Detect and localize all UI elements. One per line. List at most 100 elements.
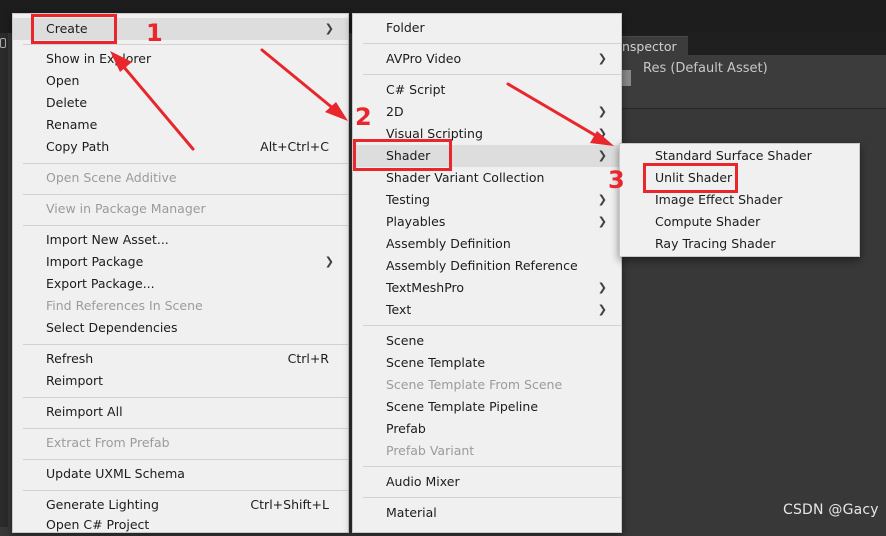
menu-item-scene[interactable]: Scene: [353, 330, 621, 352]
menu-separator: [23, 163, 348, 164]
lock-icon[interactable]: [0, 38, 6, 48]
chevron-right-icon: ❯: [597, 105, 607, 118]
menu-separator: [23, 428, 348, 429]
menu-item-compute-shader[interactable]: Compute Shader: [620, 211, 859, 233]
menu-item-playables[interactable]: Playables ❯: [353, 211, 621, 233]
highlight-box-create: [31, 14, 117, 44]
chevron-right-icon: ❯: [324, 255, 334, 268]
menu-item-label: Generate Lighting: [46, 497, 159, 512]
menu-item-assembly-definition-reference[interactable]: Assembly Definition Reference: [353, 255, 621, 277]
step-number-2: 2: [355, 103, 372, 131]
menu-item-label: Folder: [386, 20, 425, 35]
menu-item-import-new-asset[interactable]: Import New Asset...: [13, 229, 348, 251]
menu-item-label: TextMeshPro: [386, 280, 465, 295]
chevron-right-icon: ❯: [597, 303, 607, 316]
menu-item-label: Playables: [386, 214, 446, 229]
menu-item-scene-template[interactable]: Scene Template: [353, 352, 621, 374]
menu-item-reimport-all[interactable]: Reimport All: [13, 401, 348, 423]
menu-item-refresh[interactable]: Refresh Ctrl+R: [13, 348, 348, 370]
highlight-box-shader: [353, 139, 452, 171]
menu-item-show-in-explorer[interactable]: Show in Explorer: [13, 48, 348, 70]
menu-item-label: Ray Tracing Shader: [655, 236, 776, 251]
menu-item-extract-from-prefab: Extract From Prefab: [13, 432, 348, 454]
menu-item-export-package[interactable]: Export Package...: [13, 273, 348, 295]
menu-item-shortcut: Ctrl+R: [287, 351, 329, 366]
menu-item-update-uxml-schema[interactable]: Update UXML Schema: [13, 463, 348, 485]
tab-inspector[interactable]: nspector: [620, 36, 688, 55]
menu-item-label: Scene: [386, 333, 425, 348]
menu-item-label: Export Package...: [46, 276, 155, 291]
asset-icon: [621, 70, 631, 86]
menu-item-label: Rename: [46, 117, 98, 132]
menu-separator: [363, 466, 621, 467]
menu-item-material[interactable]: Material: [353, 502, 621, 524]
menu-item-label: Import Package: [46, 254, 144, 269]
menu-item-ray-tracing-shader[interactable]: Ray Tracing Shader: [620, 233, 859, 255]
menu-item-label: Prefab: [386, 421, 426, 436]
menu-item-folder[interactable]: Folder: [353, 17, 621, 39]
menu-item-label: Testing: [386, 192, 430, 207]
menu-item-text[interactable]: Text ❯: [353, 299, 621, 321]
menu-item-prefab[interactable]: Prefab: [353, 418, 621, 440]
menu-item-label: Refresh: [46, 351, 94, 366]
menu-item-rename[interactable]: Rename: [13, 114, 348, 136]
menu-item-label: Open C# Project: [46, 517, 150, 532]
context-menu-main: Create ❯ Show in Explorer Open Delete Re…: [12, 13, 349, 533]
menu-item-textmeshpro[interactable]: TextMeshPro ❯: [353, 277, 621, 299]
menu-item-copy-path[interactable]: Copy Path Alt+Ctrl+C: [13, 136, 348, 158]
menu-item-2d[interactable]: 2D ❯: [353, 101, 621, 123]
menu-item-audio-mixer[interactable]: Audio Mixer: [353, 471, 621, 493]
step-number-1: 1: [146, 19, 163, 47]
menu-item-label: Reimport: [46, 373, 104, 388]
chevron-right-icon: ❯: [597, 193, 607, 206]
menu-item-label: Copy Path: [46, 139, 110, 154]
menu-item-label: Text: [386, 302, 412, 317]
menu-item-csharp-script[interactable]: C# Script: [353, 79, 621, 101]
menu-item-select-dependencies[interactable]: Select Dependencies: [13, 317, 348, 339]
menu-item-label: AVPro Video: [386, 51, 462, 66]
chevron-right-icon: ❯: [597, 127, 607, 140]
menu-separator: [363, 325, 621, 326]
menu-item-label: Scene Template Pipeline: [386, 399, 539, 414]
menu-item-label: Open Scene Additive: [46, 170, 177, 185]
menu-item-label: Delete: [46, 95, 88, 110]
menu-item-prefab-variant: Prefab Variant: [353, 440, 621, 462]
menu-item-label: Assembly Definition Reference: [386, 258, 578, 273]
menu-separator: [23, 459, 348, 460]
menu-item-open[interactable]: Open: [13, 70, 348, 92]
menu-item-reimport[interactable]: Reimport: [13, 370, 348, 392]
menu-item-label: 2D: [386, 104, 404, 119]
context-menu-create: Folder AVPro Video ❯ C# Script 2D ❯ Visu…: [352, 13, 622, 533]
menu-item-shortcut: Alt+Ctrl+C: [260, 139, 329, 154]
chevron-right-icon: ❯: [324, 22, 334, 35]
menu-item-label: Reimport All: [46, 404, 123, 419]
asset-title: Res (Default Asset): [643, 61, 768, 76]
menu-item-import-package[interactable]: Import Package ❯: [13, 251, 348, 273]
menu-item-find-references: Find References In Scene: [13, 295, 348, 317]
chevron-right-icon: ❯: [597, 149, 607, 162]
menu-item-open-csharp-project[interactable]: Open C# Project: [13, 514, 348, 536]
menu-separator: [363, 43, 621, 44]
context-menu-shader: Standard Surface Shader Unlit Shader Ima…: [619, 143, 860, 257]
menu-item-generate-lighting[interactable]: Generate Lighting Ctrl+Shift+L: [13, 494, 348, 516]
menu-item-testing[interactable]: Testing ❯: [353, 189, 621, 211]
menu-item-label: View in Package Manager: [46, 201, 206, 216]
watermark: CSDN @Gacy: [783, 502, 879, 518]
menu-item-label: Extract From Prefab: [46, 435, 170, 450]
menu-item-label: Audio Mixer: [386, 474, 460, 489]
menu-separator: [23, 194, 348, 195]
menu-separator: [23, 44, 348, 45]
menu-item-label: C# Script: [386, 82, 446, 97]
chevron-right-icon: ❯: [597, 52, 607, 65]
menu-separator: [23, 344, 348, 345]
menu-item-view-in-package-manager: View in Package Manager: [13, 198, 348, 220]
menu-item-avpro-video[interactable]: AVPro Video ❯: [353, 48, 621, 70]
menu-item-label: Update UXML Schema: [46, 466, 185, 481]
menu-item-scene-template-from-scene: Scene Template From Scene: [353, 374, 621, 396]
menu-item-label: Find References In Scene: [46, 298, 203, 313]
menu-item-delete[interactable]: Delete: [13, 92, 348, 114]
menu-item-scene-template-pipeline[interactable]: Scene Template Pipeline: [353, 396, 621, 418]
menu-item-assembly-definition[interactable]: Assembly Definition: [353, 233, 621, 255]
menu-item-label: Compute Shader: [655, 214, 761, 229]
menu-separator: [23, 397, 348, 398]
